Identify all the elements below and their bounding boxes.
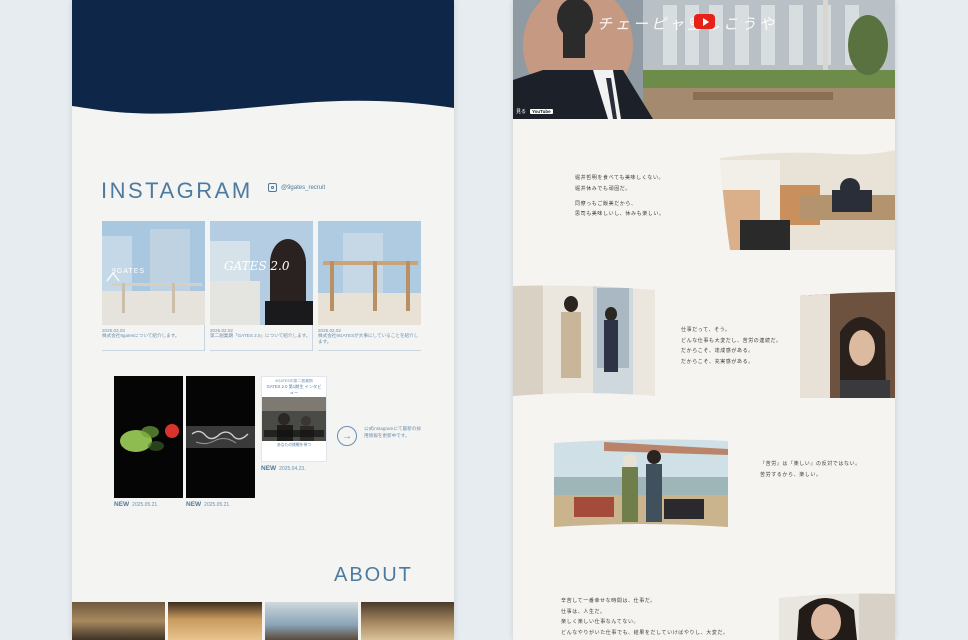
instagram-follow-button[interactable]: → [337, 426, 357, 446]
story-line: どんなやりがいた仕事でも、結果をだしていけばやりし、大変だ。 [561, 629, 729, 636]
about-photo-4 [360, 602, 454, 640]
story-line: どんな仕事も大変だし、苦労の連続だ。 [681, 337, 782, 344]
reel-2-date: 2025.05.21. [204, 502, 231, 508]
instagram-icon [268, 183, 277, 192]
story-text-block-4: 辛苦して一番幸せな時間は、仕事だ。 仕事は、人生だ。 楽しく楽しい仕事なんてない… [561, 599, 729, 640]
reel-2-new-badge: NEW [186, 501, 202, 508]
reel-3-footer: あなたの挑戦を待つ [276, 443, 312, 447]
post-divider [102, 350, 205, 351]
instagram-post-2[interactable]: GATES 2.0 2025.02.02 第二創業期「GATES 2.0」につい… [210, 221, 313, 351]
reel-1-date: 2025.05.21. [132, 502, 159, 508]
watch-on-youtube-link[interactable]: 見る YouTube [516, 108, 553, 115]
youtube-video-embed[interactable]: チェーピャ空しこうや 見る YouTube [513, 0, 895, 119]
story-line: 『苦労』は『楽しい』の反対ではない。 [760, 461, 861, 467]
story-line: 堀井休みでも頑固だ。 [575, 185, 631, 192]
video-title-overlay: チェーピャ空しこうや [597, 15, 778, 33]
about-photo-2 [168, 602, 262, 640]
youtube-play-icon[interactable] [694, 14, 715, 29]
reel-3-new-badge: NEW [261, 465, 277, 472]
post-2-thumb-text: GATES 2.0 [224, 259, 290, 273]
story-line: 楽しく楽しい仕事なんてない。 [561, 619, 640, 625]
story-photo-outdoor [554, 437, 728, 527]
story-line: 苦労するから、楽しい。 [760, 471, 822, 478]
instagram-reel-1[interactable] [114, 376, 183, 498]
about-photo-strip [72, 602, 454, 640]
reel-2-meta: NEW 2025.05.21. [186, 501, 231, 508]
instagram-handle-text: @9gates_recruit [281, 184, 326, 191]
hero-navy-banner [72, 0, 454, 114]
reel-3-heading: GATES 2.0 第1期生 インタビュー [266, 384, 322, 395]
reel-1-meta: NEW 2025.05.21. [114, 501, 159, 508]
story-line: 思司も美味しいし、休みも楽しい。 [575, 211, 665, 217]
arrow-right-icon: → [342, 430, 352, 442]
story-photo-woman [779, 592, 895, 640]
post-2-caption: 第二創業期「GATES 2.0」について紹介します。 [210, 333, 311, 338]
reel-3-photo [262, 397, 326, 442]
about-photo-3 [264, 602, 358, 640]
about-photo-1 [72, 602, 166, 640]
instagram-follow-text: 公式instagramにて最新の採用情報を更新中です。 [364, 426, 421, 438]
story-line: 仕事だって、そう。 [681, 327, 731, 333]
instagram-section-title: INSTAGRAM [101, 178, 253, 203]
story-line: 仕事は、人生だ。 [561, 608, 606, 615]
instagram-handle-link[interactable]: @9gates_recruit [268, 183, 325, 192]
watch-label: 見る [516, 109, 527, 115]
instagram-reel-3[interactable]: 9GATESの第二創業期 GATES 2.0 第1期生 インタビュー あなたの挑… [261, 376, 327, 462]
story-photo-portrait [800, 292, 895, 398]
story-line: 堀井哲明を食べても美味しくない。 [575, 175, 665, 181]
instagram-reel-2[interactable] [186, 376, 255, 498]
post-3-thumbnail [318, 221, 421, 325]
story-line: 同僚っもご飯美だから、 [575, 200, 637, 207]
post-2-thumbnail: GATES 2.0 [210, 221, 313, 325]
reel-3-meta: NEW 2025.04.23. [261, 465, 306, 472]
post-divider [204, 325, 205, 351]
story-text-block-2: 仕事だって、そう。 どんな仕事も大変だし、苦労の連続だ。 だからこそ、達成感があ… [681, 328, 782, 370]
instagram-post-1[interactable]: 9GATES 2025.03.03 株式会社9gatesについて紹介します。 [102, 221, 205, 351]
story-line: だからこそ、達成感がある。 [681, 348, 754, 354]
story-text-block-1: 堀井哲明を食べても美味しくない。 堀井休みでも頑固だ。 同僚っもご飯美だから、 … [575, 176, 665, 223]
reel-3-date: 2025.04.23. [279, 466, 306, 472]
post-divider [210, 350, 313, 351]
youtube-brand-label: YouTube [530, 109, 553, 114]
story-text-block-3: 『苦労』は『楽しい』の反対ではない。 苦労するから、楽しい。 [760, 462, 861, 483]
story-photo-hallway [513, 284, 655, 396]
story-line: 辛苦して一番幸せな時間は、仕事だ。 [561, 598, 656, 604]
post-1-thumbnail: 9GATES [102, 221, 205, 325]
instagram-post-3[interactable]: 2025.02.02 株式会社9GATESが大事にしていることを紹介します。 [318, 221, 421, 351]
story-line: だからこそ、充実感がある。 [681, 358, 754, 365]
left-page-preview: INSTAGRAM @9gates_recruit 9GATES 2025.03… [72, 0, 454, 640]
right-page-preview: チェーピャ空しこうや 見る YouTube 堀井哲明を食べても美味しくない。 堀… [513, 0, 895, 640]
post-3-caption: 株式会社9GATESが大事にしていることを紹介します。 [318, 333, 419, 345]
story-photo-office [720, 150, 895, 250]
post-1-caption: 株式会社9gatesについて紹介します。 [102, 333, 180, 338]
reel-1-new-badge: NEW [114, 501, 130, 508]
post-divider [318, 350, 421, 351]
post-1-thumb-text: 9GATES [112, 268, 146, 275]
about-section-title: ABOUT [334, 564, 413, 586]
post-divider [312, 325, 313, 351]
